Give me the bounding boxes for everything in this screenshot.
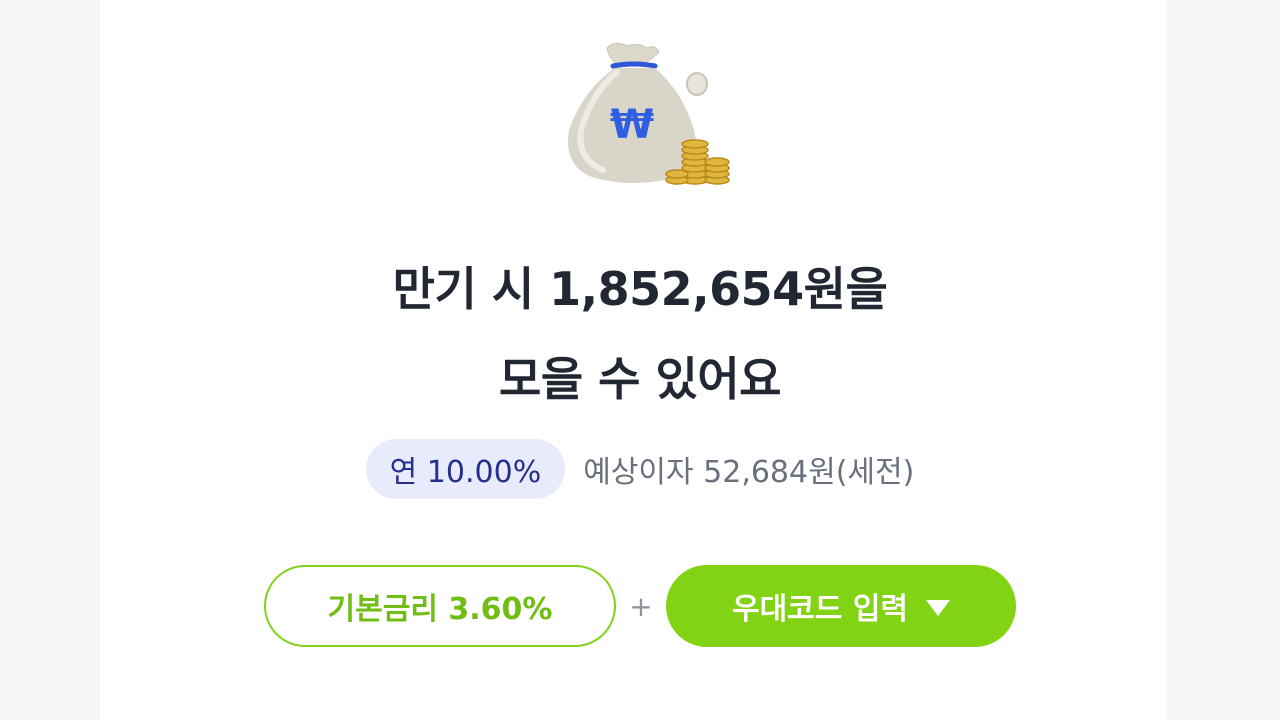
headline-line-1: 만기 시 1,852,654원을 — [392, 262, 888, 316]
maturity-amount-headline: 만기 시 1,852,654원을 모을 수 있어요 — [0, 244, 1280, 424]
svg-text:₩: ₩ — [610, 102, 654, 148]
annual-rate-badge: 연 10.00% — [365, 439, 566, 499]
rate-summary-row: 연 10.00% 예상이자 52,684원(세전) — [0, 438, 1280, 500]
money-bag-won-icon: ₩ — [555, 38, 740, 188]
plus-sign: + — [629, 589, 653, 623]
promo-code-button[interactable]: 우대코드 입력 — [666, 565, 1016, 647]
rate-actions-row: 기본금리 3.60% + 우대코드 입력 — [0, 564, 1280, 648]
expected-interest-text: 예상이자 52,684원(세전) — [583, 455, 915, 490]
promo-code-label: 우대코드 입력 — [731, 592, 909, 627]
caret-down-icon — [926, 600, 951, 616]
base-rate-chip: 기본금리 3.60% — [264, 565, 616, 647]
headline-line-2: 모을 수 있어요 — [499, 352, 781, 406]
